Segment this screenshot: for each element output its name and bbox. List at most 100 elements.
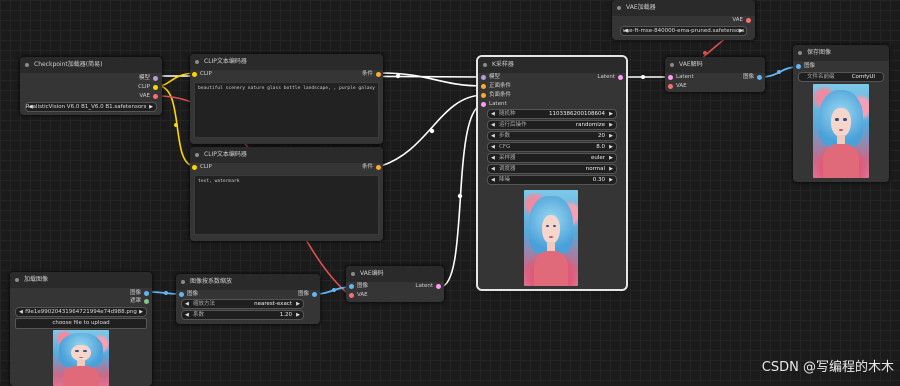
arrow-left-icon[interactable]: ◀ bbox=[491, 121, 495, 129]
arrow-left-icon[interactable]: ◀ bbox=[185, 300, 189, 308]
output-conditioning[interactable]: 条件 bbox=[362, 163, 381, 171]
output-latent[interactable]: Latent bbox=[415, 282, 441, 290]
arrow-right-icon[interactable]: ▶ bbox=[609, 132, 613, 140]
arrow-right-icon[interactable]: ▶ bbox=[609, 165, 613, 173]
output-image[interactable]: 图像 bbox=[298, 290, 317, 298]
arrow-left-icon[interactable]: ◀ bbox=[491, 176, 495, 184]
slot-dot[interactable] bbox=[668, 83, 673, 89]
ckpt-name-combo[interactable]: ◀ RealisticVision V6.0 B1_V6.0 B1.safete… bbox=[25, 102, 157, 112]
output-conditioning[interactable]: 条件 bbox=[362, 70, 381, 78]
arrow-right-icon[interactable]: ▶ bbox=[609, 121, 613, 129]
arrow-right-icon[interactable]: ▶ bbox=[609, 176, 613, 184]
arrow-right-icon[interactable]: ▶ bbox=[609, 110, 613, 118]
node-vae-decode[interactable]: VAE解码 Latent VAE 图像 bbox=[665, 57, 765, 92]
input-positive[interactable]: 正面条件 bbox=[481, 82, 511, 90]
slot-dot[interactable] bbox=[757, 74, 762, 80]
slot-dot[interactable] bbox=[481, 74, 486, 80]
slot-dot[interactable] bbox=[153, 75, 158, 81]
slot-dot[interactable] bbox=[192, 71, 197, 77]
node-title[interactable]: CLIP文本编码器 bbox=[190, 147, 383, 163]
slot-dot[interactable] bbox=[153, 93, 158, 99]
node-save-image[interactable]: 保存图像 图像 文件名前缀 ComfyUI bbox=[793, 45, 889, 182]
slot-dot[interactable] bbox=[192, 164, 197, 170]
slot-dot[interactable] bbox=[144, 290, 149, 296]
control-after-generate-widget[interactable]: ◀ 运行后操作 randomize ▶ bbox=[487, 120, 617, 130]
node-title[interactable]: 加载图像 bbox=[10, 272, 152, 288]
node-title[interactable]: VAE加载器 bbox=[612, 0, 755, 16]
output-model[interactable]: 模型 bbox=[139, 74, 158, 82]
arrow-right-icon[interactable]: ▶ bbox=[739, 27, 743, 35]
output-mask[interactable]: 遮罩 bbox=[130, 297, 149, 305]
node-clip-text-encode-positive[interactable]: CLIP文本编码器 CLIP 条件 beautiful scenery natu… bbox=[190, 54, 383, 144]
scheduler-widget[interactable]: ◀ 调度器 normal ▶ bbox=[487, 164, 617, 174]
arrow-right-icon[interactable]: ▶ bbox=[609, 143, 613, 151]
node-ksampler[interactable]: K采样器 模型 正面条件 负面条件 Latent Latent ◀ 随机种 11… bbox=[476, 55, 628, 291]
slot-dot[interactable] bbox=[481, 92, 486, 98]
input-image[interactable]: 图像 bbox=[179, 290, 198, 298]
filename-prefix-field[interactable]: 文件名前缀 ComfyUI bbox=[798, 72, 884, 82]
slot-dot[interactable] bbox=[349, 283, 354, 289]
slot-dot[interactable] bbox=[481, 101, 486, 107]
node-vae-encode[interactable]: VAE编码 图像 VAE Latent bbox=[346, 266, 444, 302]
cfg-widget[interactable]: ◀ CFG 8.0 ▶ bbox=[487, 142, 617, 152]
output-clip[interactable]: CLIP bbox=[138, 83, 158, 91]
node-title[interactable]: 图像按系数缩放 bbox=[176, 274, 320, 290]
output-vae[interactable]: VAE bbox=[139, 92, 158, 100]
node-title[interactable]: 保存图像 bbox=[793, 45, 889, 61]
input-clip[interactable]: CLIP bbox=[192, 70, 212, 78]
input-vae[interactable]: VAE bbox=[668, 82, 687, 90]
slot-dot[interactable] bbox=[144, 298, 149, 304]
arrow-right-icon[interactable]: ▶ bbox=[149, 103, 153, 111]
image-file-combo[interactable]: ◀ f9e1e99020431964721994e74d988.png ▶ bbox=[15, 307, 147, 317]
sampler-widget[interactable]: ◀ 采样器 euler ▶ bbox=[487, 153, 617, 163]
slot-dot[interactable] bbox=[481, 83, 486, 89]
node-title[interactable]: VAE解码 bbox=[665, 57, 765, 73]
arrow-right-icon[interactable]: ▶ bbox=[296, 311, 300, 319]
slot-dot[interactable] bbox=[312, 291, 317, 297]
arrow-left-icon[interactable]: ◀ bbox=[491, 110, 495, 118]
arrow-right-icon[interactable]: ▶ bbox=[139, 308, 143, 316]
prompt-textarea[interactable]: beautiful scenery nature glass bottle la… bbox=[194, 82, 379, 138]
output-vae[interactable]: VAE bbox=[732, 16, 751, 24]
slot-dot[interactable] bbox=[153, 84, 158, 90]
slot-dot[interactable] bbox=[376, 164, 381, 170]
arrow-left-icon[interactable]: ◀ bbox=[491, 154, 495, 162]
arrow-right-icon[interactable]: ▶ bbox=[609, 154, 613, 162]
steps-widget[interactable]: ◀ 步数 20 ▶ bbox=[487, 131, 617, 141]
vae-name-combo[interactable]: ◀ vae-ft-mse-840000-ema-pruned.safetenso… bbox=[620, 26, 747, 36]
input-latent[interactable]: Latent bbox=[481, 100, 507, 108]
input-image[interactable]: 图像 bbox=[796, 62, 815, 70]
node-load-image[interactable]: 加载图像 图像 遮罩 ◀ f9e1e99020431964721994e74d9… bbox=[10, 272, 152, 386]
slot-dot[interactable] bbox=[179, 291, 184, 297]
scale-factor-widget[interactable]: ◀ 系数 1.20 ▶ bbox=[181, 310, 304, 320]
arrow-right-icon[interactable]: ▶ bbox=[296, 300, 300, 308]
denoise-widget[interactable]: ◀ 降噪 0.30 ▶ bbox=[487, 175, 617, 185]
input-model[interactable]: 模型 bbox=[481, 73, 500, 81]
slot-dot[interactable] bbox=[349, 292, 354, 298]
slot-dot[interactable] bbox=[796, 63, 801, 69]
node-image-scale-by[interactable]: 图像按系数缩放 图像 图像 ◀ 缩放方法 nearest-exact ▶ ◀ 系… bbox=[176, 274, 320, 324]
input-image[interactable]: 图像 bbox=[349, 282, 368, 290]
output-latent[interactable]: Latent bbox=[597, 73, 623, 81]
output-image[interactable]: 图像 bbox=[130, 289, 149, 297]
slot-dot[interactable] bbox=[436, 283, 441, 289]
node-checkpoint-loader[interactable]: Checkpoint加载器(简易) 模型 CLIP VAE ◀ Realisti… bbox=[20, 57, 162, 115]
slot-dot[interactable] bbox=[668, 74, 673, 80]
input-latent[interactable]: Latent bbox=[668, 73, 694, 81]
arrow-left-icon[interactable]: ◀ bbox=[185, 311, 189, 319]
slot-dot[interactable] bbox=[746, 17, 751, 23]
prompt-textarea[interactable]: text, watermark bbox=[194, 175, 379, 235]
node-vae-loader[interactable]: VAE加载器 VAE ◀ vae-ft-mse-840000-ema-prune… bbox=[612, 0, 755, 40]
input-negative[interactable]: 负面条件 bbox=[481, 91, 511, 99]
arrow-left-icon[interactable]: ◀ bbox=[491, 143, 495, 151]
arrow-left-icon[interactable]: ◀ bbox=[491, 165, 495, 173]
arrow-left-icon[interactable]: ◀ bbox=[491, 132, 495, 140]
output-image[interactable]: 图像 bbox=[743, 73, 762, 81]
input-clip[interactable]: CLIP bbox=[192, 163, 212, 171]
node-clip-text-encode-negative[interactable]: CLIP文本编码器 CLIP 条件 text, watermark bbox=[190, 147, 383, 241]
node-title[interactable]: K采样器 bbox=[478, 57, 626, 73]
node-title[interactable]: VAE编码 bbox=[346, 266, 444, 282]
slot-dot[interactable] bbox=[376, 71, 381, 77]
upload-button[interactable]: choose file to upload bbox=[15, 318, 147, 329]
upscale-method-combo[interactable]: ◀ 缩放方法 nearest-exact ▶ bbox=[181, 299, 304, 309]
